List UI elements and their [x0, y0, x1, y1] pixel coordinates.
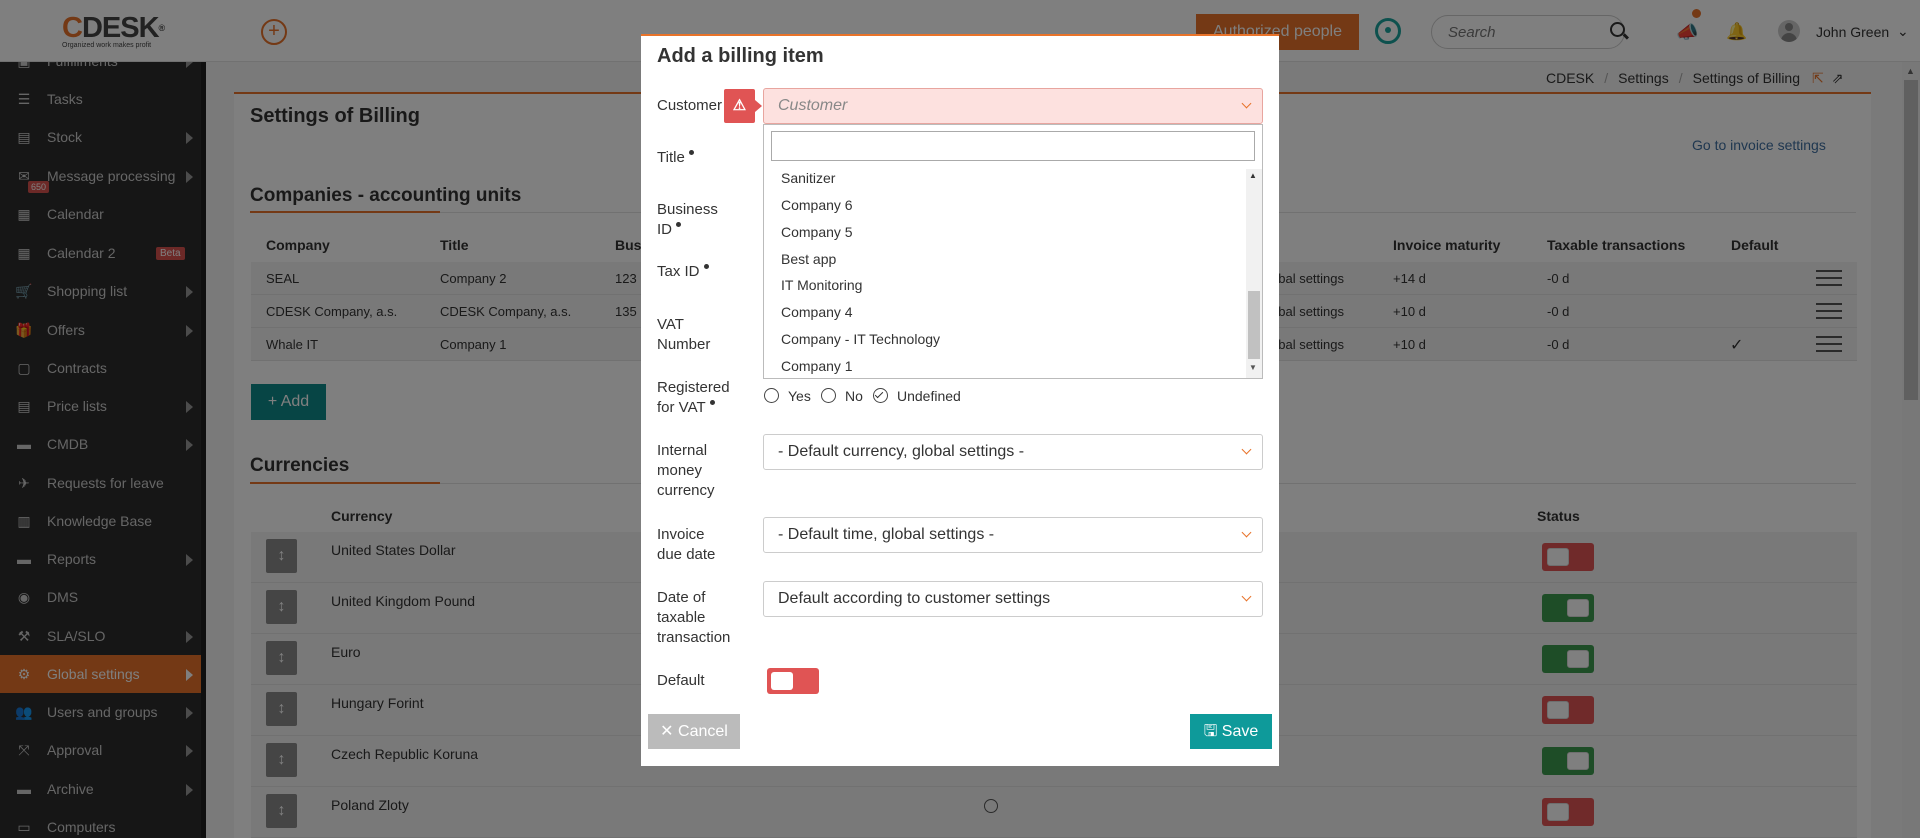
vat-yes-label[interactable]: Yes [788, 388, 811, 404]
invoice-due-date-select[interactable]: - Default time, global settings - [763, 517, 1263, 553]
tax-id-label: Tax ID [657, 262, 709, 282]
save-button-label: Save [1221, 723, 1259, 740]
dropdown-scrollbar-thumb[interactable] [1248, 291, 1260, 359]
required-dot [703, 264, 709, 269]
taxable-transaction-select[interactable]: Default according to customer settings [763, 581, 1263, 617]
due-label-line1: Invoice [657, 526, 705, 543]
warning-icon: ⚠ [732, 97, 747, 114]
toggle-knob [771, 672, 793, 690]
chevron-down-icon [1241, 591, 1252, 602]
vat-no-label[interactable]: No [845, 388, 863, 404]
business-id-label: Business ID [657, 200, 718, 240]
required-dot [709, 400, 715, 405]
cancel-button[interactable]: ✕ Cancel [648, 714, 740, 749]
taxable-label-line3: transaction [657, 629, 731, 646]
internal-label-line3: currency [657, 482, 715, 499]
dropdown-search-input[interactable] [771, 131, 1255, 161]
dropdown-option[interactable]: Best app [781, 251, 836, 267]
customer-label: Customer [657, 97, 723, 114]
default-toggle[interactable] [767, 668, 819, 694]
registered-for-vat-label: Registered for VAT [657, 378, 730, 418]
chevron-down-icon [1241, 527, 1252, 538]
dropdown-option[interactable]: Company 4 [781, 304, 853, 320]
scroll-down-arrow-icon[interactable]: ▼ [1249, 363, 1257, 372]
warning-badge: ⚠ [724, 89, 762, 123]
select-value: Default according to customer settings [778, 590, 1051, 607]
due-label-line2: due date [657, 546, 716, 563]
reg-vat-label-line2: for VAT [657, 399, 706, 416]
business-id-label-line2: ID [657, 221, 672, 238]
default-label: Default [657, 672, 705, 689]
required-dot [688, 150, 694, 155]
vat-number-label: VAT Number [657, 315, 710, 355]
select-value: - Default currency, global settings - [778, 443, 1025, 460]
internal-currency-select[interactable]: - Default currency, global settings - [763, 434, 1263, 470]
title-label: Title [657, 148, 694, 168]
dialog-title: Add a billing item [657, 45, 824, 67]
dropdown-option[interactable]: Sanitizer [781, 170, 835, 186]
internal-label-line2: money [657, 462, 703, 479]
chevron-down-icon [1241, 98, 1252, 109]
save-icon: 🖫 [1203, 723, 1222, 740]
business-id-label-line1: Business [657, 201, 718, 218]
select-value: - Default time, global settings - [778, 526, 995, 543]
title-label-text: Title [657, 149, 685, 166]
customer-placeholder: Customer [778, 97, 848, 114]
taxable-transaction-label: Date of taxable transaction [657, 588, 730, 648]
tax-id-label-text: Tax ID [657, 263, 700, 280]
vat-no-radio[interactable] [821, 388, 836, 403]
taxable-label-line1: Date of [657, 589, 706, 606]
internal-currency-label: Internal money currency [657, 441, 715, 501]
cancel-button-label: Cancel [678, 723, 728, 740]
dropdown-option[interactable]: Company 6 [781, 197, 853, 213]
invoice-due-date-label: Invoice due date [657, 525, 715, 565]
taxable-label-line2: taxable [657, 609, 706, 626]
reg-vat-label-line1: Registered [657, 379, 730, 396]
customer-dropdown: Sanitizer Company 6 Company 5 Best app I… [763, 124, 1263, 379]
required-dot [676, 222, 681, 227]
save-button[interactable]: 🖫 Save [1190, 714, 1272, 749]
dropdown-option[interactable]: IT Monitoring [781, 277, 862, 293]
close-icon: ✕ [660, 723, 679, 740]
vat-undefined-label[interactable]: Undefined [897, 388, 961, 404]
dropdown-option[interactable]: Company 5 [781, 224, 853, 240]
vat-undefined-radio[interactable] [873, 388, 888, 403]
dropdown-option[interactable]: Company - IT Technology [781, 331, 940, 347]
dropdown-option[interactable]: Company 1 [781, 358, 853, 374]
vat-yes-radio[interactable] [764, 388, 779, 403]
customer-select[interactable]: Customer [763, 88, 1263, 124]
vat-label-line2: Number [657, 336, 711, 353]
vat-label-line1: VAT [657, 316, 684, 333]
internal-label-line1: Internal [657, 442, 708, 459]
scroll-up-arrow-icon[interactable]: ▲ [1249, 171, 1257, 180]
chevron-down-icon [1241, 444, 1252, 455]
check-icon [874, 389, 884, 399]
